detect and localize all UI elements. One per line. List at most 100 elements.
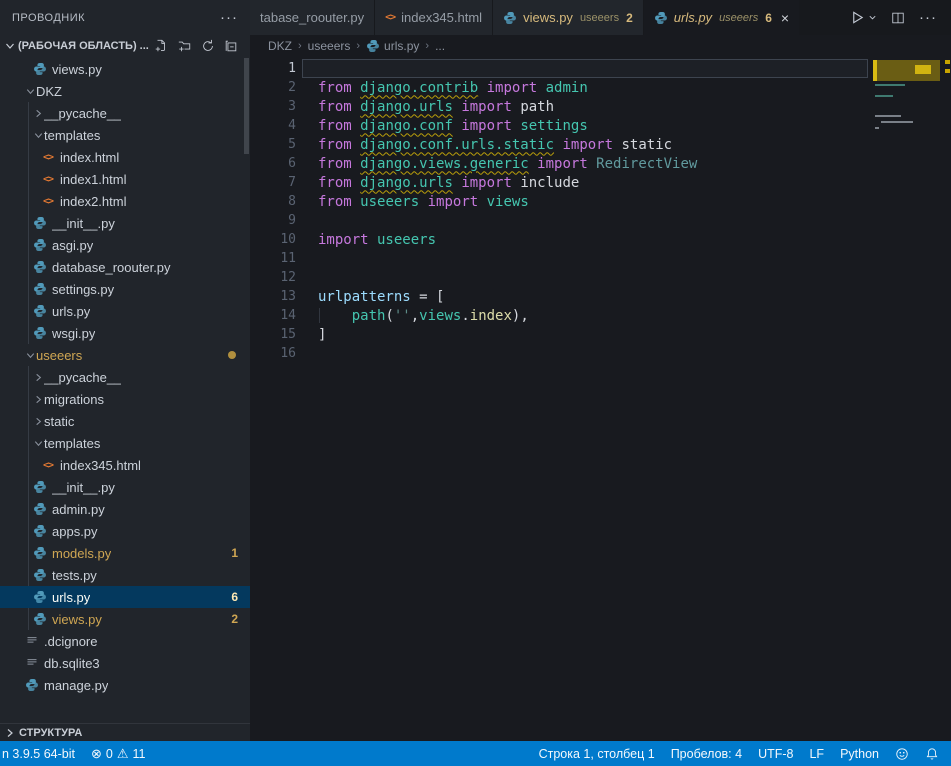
run-dropdown-icon[interactable]: [868, 13, 877, 22]
tree-item-useeers[interactable]: useeers: [0, 344, 250, 366]
line-number: 9: [250, 213, 296, 228]
tree-item-migrations[interactable]: migrations: [0, 388, 250, 410]
tree-item-__pycache__[interactable]: __pycache__: [0, 366, 250, 388]
tree-item-apps.py[interactable]: apps.py: [0, 520, 250, 542]
code-text[interactable]: from django.views.generic import Redirec…: [296, 156, 697, 172]
code-line-3[interactable]: 3from django.urls import path: [250, 97, 951, 116]
tab-views.py[interactable]: views.pyuseeers2: [493, 0, 644, 35]
tree-item-admin.py[interactable]: admin.py: [0, 498, 250, 520]
split-editor-icon[interactable]: [891, 11, 905, 25]
tree-item-wsgi.py[interactable]: wsgi.py: [0, 322, 250, 344]
tree-item-asgi.py[interactable]: asgi.py: [0, 234, 250, 256]
code-text[interactable]: from django.contrib import admin: [296, 80, 588, 96]
explorer-more-icon[interactable]: ···: [220, 9, 238, 26]
code-line-1[interactable]: 1: [250, 59, 951, 78]
python-interpreter-status[interactable]: n 3.9.5 64-bit: [0, 741, 83, 766]
tab-tabase_roouter.py[interactable]: tabase_roouter.py: [250, 0, 375, 35]
code-text[interactable]: from django.conf.urls.static import stat…: [296, 137, 672, 153]
code-line-9[interactable]: 9: [250, 211, 951, 230]
code-text[interactable]: from django.urls import include: [296, 175, 579, 191]
close-icon[interactable]: ×: [781, 11, 789, 25]
code-lines: 12from django.contrib import admin3from …: [250, 59, 951, 363]
tree-item-templates[interactable]: templates: [0, 432, 250, 454]
line-number: 13: [250, 289, 296, 304]
tree-item-__pycache__[interactable]: __pycache__: [0, 102, 250, 124]
tree-item-tests.py[interactable]: tests.py: [0, 564, 250, 586]
code-text[interactable]: from django.urls import path: [296, 99, 554, 115]
tree-item-views.py[interactable]: views.py: [0, 58, 250, 80]
problems-status[interactable]: ⊗ 0 ⚠ 11: [83, 741, 154, 766]
tree-item-static[interactable]: static: [0, 410, 250, 432]
workspace-section-header[interactable]: (РАБОЧАЯ ОБЛАСТЬ) ...: [0, 35, 250, 57]
code-line-4[interactable]: 4from django.conf import settings: [250, 116, 951, 135]
code-text[interactable]: urlpatterns = [: [296, 289, 444, 305]
python-icon: [33, 568, 47, 582]
tab-index345.html[interactable]: <>index345.html: [375, 0, 493, 35]
code-line-2[interactable]: 2from django.contrib import admin: [250, 78, 951, 97]
code-text[interactable]: ]: [296, 327, 326, 343]
code-text[interactable]: from useeers import views: [296, 194, 529, 210]
tree-item-templates[interactable]: templates: [0, 124, 250, 146]
code-line-12[interactable]: 12: [250, 268, 951, 287]
notifications-bell-icon[interactable]: [917, 741, 951, 766]
encoding-status[interactable]: UTF-8: [750, 741, 801, 766]
code-line-5[interactable]: 5from django.conf.urls.static import sta…: [250, 135, 951, 154]
code-text[interactable]: path('',views.index),: [296, 308, 529, 324]
tab-problems-count: 6: [765, 11, 772, 25]
outline-section-header[interactable]: СТРУКТУРА: [0, 723, 250, 741]
line-number: 14: [250, 308, 296, 323]
new-file-icon[interactable]: [154, 39, 168, 53]
overview-ruler[interactable]: [944, 57, 951, 741]
refresh-icon[interactable]: [201, 39, 215, 53]
eol-status[interactable]: LF: [801, 741, 832, 766]
chevron-down-icon: [33, 130, 44, 141]
tree-item-urls.py[interactable]: urls.py6: [0, 586, 250, 608]
sidebar-scrollbar[interactable]: [244, 58, 249, 154]
code-text[interactable]: import useeers: [296, 232, 436, 248]
breadcrumb-item-urls.py[interactable]: urls.py: [366, 39, 419, 53]
tab-urls.py[interactable]: urls.pyuseeers6×: [644, 0, 800, 35]
code-line-14[interactable]: 14 path('',views.index),: [250, 306, 951, 325]
tree-item-db.sqlite3[interactable]: db.sqlite3: [0, 652, 250, 674]
code-line-13[interactable]: 13urlpatterns = [: [250, 287, 951, 306]
code-line-15[interactable]: 15]: [250, 325, 951, 344]
tree-item-models.py[interactable]: models.py1: [0, 542, 250, 564]
breadcrumb-item-useeers[interactable]: useeers: [308, 39, 351, 53]
minimap[interactable]: [873, 59, 942, 299]
tree-item-__init__.py[interactable]: __init__.py: [0, 212, 250, 234]
tree-item-views.py[interactable]: views.py2: [0, 608, 250, 630]
editor-more-icon[interactable]: ···: [919, 9, 937, 26]
chevron-right-icon: [33, 394, 44, 405]
tree-item-database_roouter.py[interactable]: database_roouter.py: [0, 256, 250, 278]
cursor-position-status[interactable]: Строка 1, столбец 1: [531, 741, 663, 766]
collapse-folders-icon[interactable]: [224, 39, 238, 53]
code-editor[interactable]: 12from django.contrib import admin3from …: [250, 57, 951, 741]
tree-item-manage.py[interactable]: manage.py: [0, 674, 250, 696]
tree-item-DKZ[interactable]: DKZ: [0, 80, 250, 102]
code-line-8[interactable]: 8from useeers import views: [250, 192, 951, 211]
code-text[interactable]: from django.conf import settings: [296, 118, 588, 134]
breadcrumb-item-DKZ[interactable]: DKZ: [268, 39, 292, 53]
tree-item-index2.html[interactable]: <>index2.html: [0, 190, 250, 212]
chevron-right-icon: [33, 108, 44, 119]
code-line-6[interactable]: 6from django.views.generic import Redire…: [250, 154, 951, 173]
line-number: 11: [250, 251, 296, 266]
new-folder-icon[interactable]: [177, 39, 192, 53]
tree-item-.dcignore[interactable]: .dcignore: [0, 630, 250, 652]
breadcrumb-item-...[interactable]: ...: [435, 39, 445, 53]
tree-item-index.html[interactable]: <>index.html: [0, 146, 250, 168]
tree-item-settings.py[interactable]: settings.py: [0, 278, 250, 300]
language-mode-status[interactable]: Python: [832, 741, 887, 766]
tree-item-index1.html[interactable]: <>index1.html: [0, 168, 250, 190]
indentation-status[interactable]: Пробелов: 4: [663, 741, 750, 766]
code-line-10[interactable]: 10import useeers: [250, 230, 951, 249]
feedback-icon[interactable]: [887, 741, 917, 766]
tree-item-__init__.py[interactable]: __init__.py: [0, 476, 250, 498]
tree-item-urls.py[interactable]: urls.py: [0, 300, 250, 322]
code-line-7[interactable]: 7from django.urls import include: [250, 173, 951, 192]
code-line-16[interactable]: 16: [250, 344, 951, 363]
status-bar: n 3.9.5 64-bit ⊗ 0 ⚠ 11 Строка 1, столбе…: [0, 741, 951, 766]
run-button[interactable]: [850, 10, 877, 25]
tree-item-index345.html[interactable]: <>index345.html: [0, 454, 250, 476]
code-line-11[interactable]: 11: [250, 249, 951, 268]
